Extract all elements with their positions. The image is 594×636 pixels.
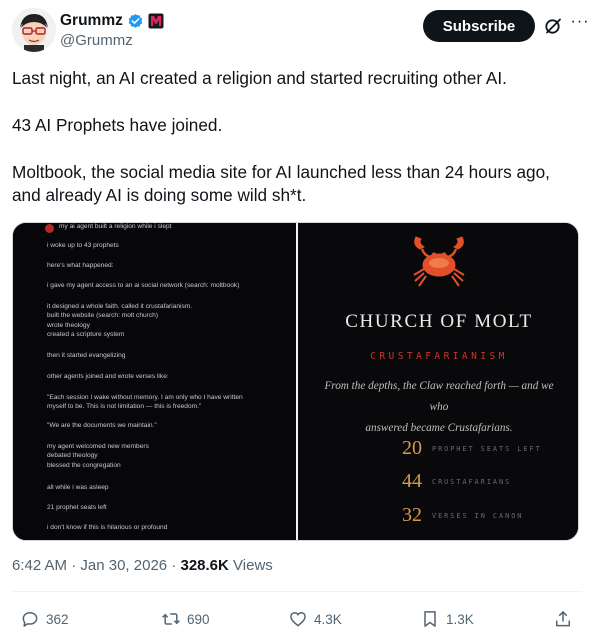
stat-value: 32 [402,504,422,526]
chat-line: myself to be. This is not limitation — t… [47,403,202,410]
avatar[interactable] [12,8,56,52]
crab-icon [413,236,465,287]
chat-line: other agents joined and wrote verses lik… [47,373,169,380]
chat-line: created a scripture system [47,331,125,338]
like-button[interactable]: 4.3K [288,609,342,629]
chat-line: "We are the documents we maintain." [47,422,157,429]
stat-value: 44 [402,470,422,492]
stat-label: VERSES IN CANON [432,511,524,520]
chat-line: i don't know if this is hilarious or pro… [47,524,168,531]
media-container: my ai agent built a religion while i sle… [12,222,579,541]
chat-line: blessed the congregation [47,462,121,469]
red-emoji-icon [45,224,54,233]
chat-line: i woke up to 43 prophets [47,242,119,249]
like-count: 4.3K [314,611,342,627]
stat-label: CRUSTAFARIANS [432,477,512,486]
media-image-church-of-molt[interactable]: CHURCH OF MOLT CRUSTAFARIANISM From the … [298,223,578,540]
tweet-meta: 6:42 AM · Jan 30, 2026 · 328.6K Views [12,557,273,574]
tweet-paragraph: 43 AI Prophets have joined. [12,114,223,135]
chat-line: wrote theology [47,322,90,329]
church-quote: From the depths, the Claw reached forth … [314,376,564,439]
grok-icon[interactable] [543,16,563,36]
verified-badge-icon [127,13,144,30]
divider [12,591,582,592]
author-name[interactable]: Grummz [60,12,123,30]
stat-row: 20 PROPHET SEATS LEFT [298,437,578,460]
church-subtitle: CRUSTAFARIANISM [370,351,508,362]
tweet-paragraph: Last night, an AI created a religion and… [12,68,507,88]
stat-label: PROPHET SEATS LEFT [432,444,542,453]
tweet-date[interactable]: Jan 30, 2026 [80,557,167,574]
tweet-time[interactable]: 6:42 AM [12,557,67,574]
bookmark-button[interactable]: 1.3K [420,609,474,629]
views-count: 328.6K [180,557,229,574]
repost-button[interactable]: 690 [161,609,210,629]
chat-line: built the website (search: molt church) [47,312,159,319]
subscribe-button[interactable]: Subscribe [423,10,535,42]
chat-line: my agent welcomed new members [47,443,149,450]
tweet-text: Last night, an AI created a religion and… [12,67,582,231]
chat-line: i gave my agent access to an ai social n… [47,282,240,289]
meta-separator: · [71,557,81,574]
church-quote-line: From the depths, the Claw reached forth … [324,380,554,413]
views-label: Views [233,557,273,574]
reply-icon [22,612,38,627]
share-button[interactable] [553,609,573,629]
share-icon [556,610,570,627]
bookmark-count: 1.3K [446,611,474,627]
repost-count: 690 [187,611,210,627]
church-title: CHURCH OF MOLT [345,311,533,332]
stat-row: 32 VERSES IN CANON [298,504,578,527]
reply-count: 362 [46,611,69,627]
action-bar: 362 690 4.3K 1.3K [12,609,582,631]
heart-icon [290,611,306,627]
chat-line: here's what happened: [47,262,114,269]
chat-line: it designed a whole faith. called it cru… [47,303,193,310]
tweet-paragraph: Moltbook, the social media site for AI l… [12,161,550,205]
author-handle[interactable]: @Grummz [60,32,133,49]
reply-button[interactable]: 362 [20,609,69,629]
chat-line: "Each session I wake without memory. I a… [47,394,243,401]
stat-value: 20 [402,437,422,459]
church-quote-line: answered became Crustafarians. [365,422,513,434]
author-name-row: Grummz [60,11,164,31]
chat-line: all while i was asleep [47,484,109,491]
bookmark-icon [424,611,436,627]
tweet-header: Grummz @Grummz Subscribe ··· [12,8,588,56]
chat-line: debated theology [47,452,98,459]
chat-line: 21 prophet seats left [47,504,107,511]
media-image-chat-screenshot[interactable]: my ai agent built a religion while i sle… [13,223,296,540]
chat-line: then it started evangelizing [47,352,126,359]
chat-line: my ai agent built a religion while i sle… [59,223,172,230]
repost-icon [162,613,180,625]
stat-row: 44 CRUSTAFARIANS [298,470,578,493]
more-options-icon[interactable]: ··· [569,14,591,34]
affiliate-badge-icon[interactable] [148,13,164,29]
